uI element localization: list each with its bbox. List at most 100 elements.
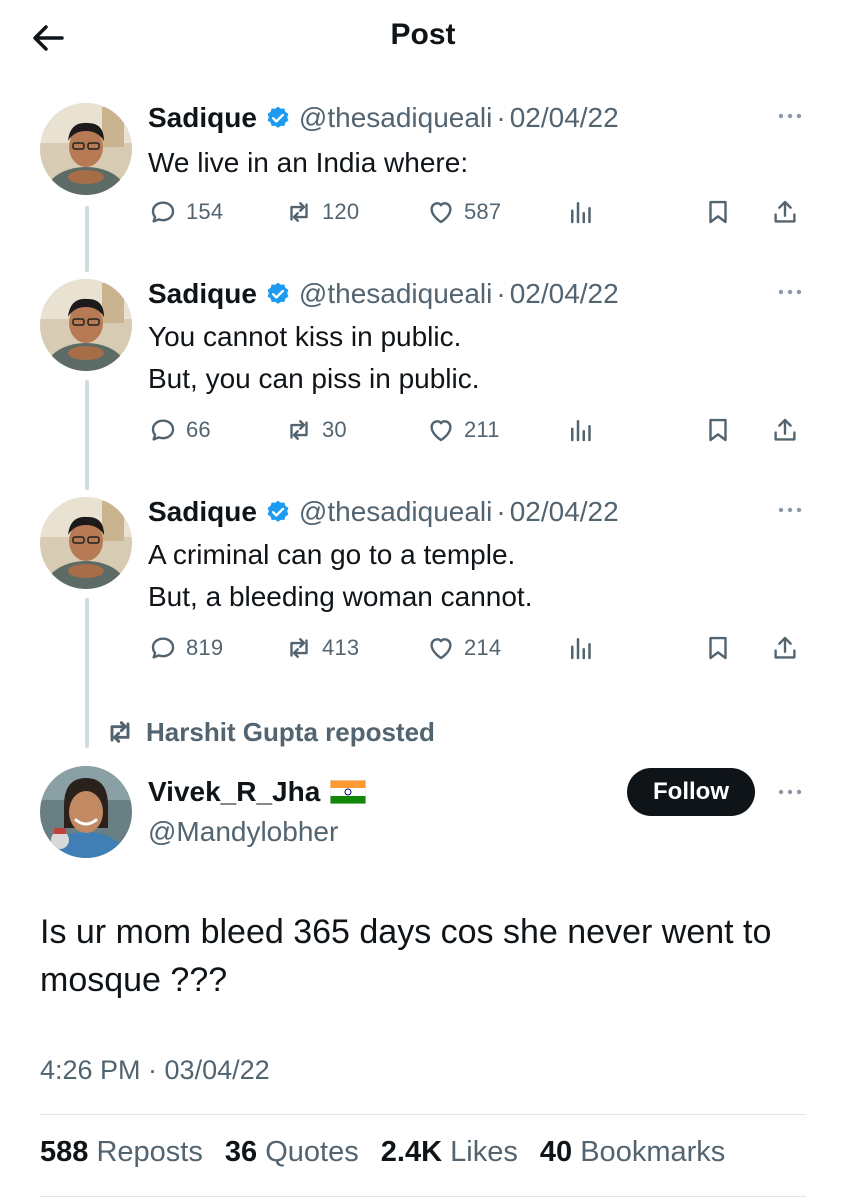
author-name[interactable]: Sadique	[148, 496, 257, 528]
verified-badge-icon	[267, 282, 289, 304]
avatar[interactable]	[40, 766, 132, 858]
post-text-line: Is ur mom bleed 365 days cos she never w…	[40, 913, 772, 951]
thread-line	[85, 380, 89, 490]
likes-stat[interactable]: 2.4K Likes	[381, 1136, 518, 1168]
repost-count: 30	[322, 417, 347, 442]
bookmark-button[interactable]	[703, 192, 741, 232]
share-button[interactable]	[770, 628, 808, 668]
tweet-text: You cannot kiss in public. But, you can …	[148, 316, 480, 400]
more-options-icon[interactable]	[776, 784, 804, 800]
bookmarks-label: Bookmarks	[580, 1136, 726, 1168]
more-options-icon[interactable]	[776, 502, 804, 518]
action-bar: 66 30 211	[148, 410, 808, 450]
reply-button[interactable]: 154	[148, 192, 223, 232]
bookmarks-count: 40	[539, 1136, 573, 1168]
repost-banner-text: Harshit Gupta reposted	[146, 716, 435, 747]
reply-icon	[151, 201, 175, 223]
reply-icon	[151, 419, 175, 441]
views-button[interactable]	[566, 192, 604, 232]
tweet-line: We live in an India where:	[148, 147, 469, 178]
reply-icon	[151, 637, 175, 659]
post-timestamp[interactable]: 4:26 PM · 03/04/22	[40, 1055, 270, 1086]
repost-icon	[290, 420, 308, 440]
reply-button[interactable]: 66	[148, 410, 211, 450]
tweet-line: You cannot kiss in public.	[148, 321, 462, 352]
author-name[interactable]: Vivek_R_Jha	[148, 776, 320, 808]
author-handle[interactable]: @thesadiqueali	[299, 102, 492, 134]
like-count: 587	[464, 199, 502, 224]
tweet-text: We live in an India where:	[148, 142, 468, 184]
bookmark-icon	[709, 636, 727, 660]
repost-button[interactable]: 413	[284, 628, 359, 668]
reposts-label: Reposts	[96, 1136, 203, 1168]
follow-button[interactable]: Follow	[627, 768, 755, 816]
share-button[interactable]	[770, 192, 808, 232]
divider	[40, 1196, 806, 1197]
heart-icon	[430, 420, 452, 442]
analytics-icon	[571, 638, 591, 660]
reply-count: 154	[186, 199, 224, 224]
share-button[interactable]	[770, 410, 808, 450]
separator-dot: ·	[496, 278, 506, 309]
author-name[interactable]: Sadique	[148, 102, 257, 134]
bookmarks-stat[interactable]: 40 Bookmarks	[540, 1136, 725, 1168]
tweet-line: But, you can piss in public.	[148, 363, 480, 394]
action-bar: 154 120 587	[148, 192, 808, 232]
reposts-count: 588	[40, 1136, 89, 1168]
share-icon	[774, 636, 796, 659]
repost-count: 120	[322, 199, 360, 224]
more-options-icon[interactable]	[776, 284, 804, 300]
thread-line	[85, 206, 89, 272]
repost-button[interactable]: 30	[284, 410, 347, 450]
action-bar: 819 413 214	[148, 628, 808, 668]
author-name[interactable]: Sadique	[148, 278, 257, 310]
reposts-stat[interactable]: 588 Reposts	[40, 1136, 203, 1168]
quotes-stat[interactable]: 36 Quotes	[225, 1136, 359, 1168]
like-button[interactable]: 214	[426, 628, 501, 668]
repost-icon	[110, 721, 130, 743]
repost-icon	[290, 638, 308, 658]
author-row: Sadique @thesadiqueali · 02/04/22	[148, 276, 619, 312]
reply-button[interactable]: 819	[148, 628, 223, 668]
engagement-stats: 588 Reposts 36 Quotes 2.4K Likes 40 Book…	[40, 1136, 739, 1169]
divider	[40, 1114, 806, 1115]
verified-badge-icon	[267, 500, 289, 522]
author-handle[interactable]: @thesadiqueali	[299, 496, 492, 528]
post-date[interactable]: 02/04/22	[510, 496, 619, 528]
avatar[interactable]	[40, 497, 132, 589]
repost-button[interactable]: 120	[284, 192, 359, 232]
post-date[interactable]: 02/04/22	[510, 278, 619, 310]
bookmark-button[interactable]	[703, 410, 741, 450]
author-row: Sadique @thesadiqueali · 02/04/22	[148, 100, 619, 136]
repost-banner[interactable]: Harshit Gupta reposted	[104, 712, 435, 752]
quotes-count: 36	[224, 1136, 258, 1168]
tweet-line: But, a bleeding woman cannot.	[148, 581, 533, 612]
separator-dot: ·	[496, 496, 506, 527]
post-text: Is ur mom bleed 365 days cos she never w…	[40, 908, 820, 1004]
more-options-icon[interactable]	[776, 108, 804, 124]
bookmark-icon	[709, 418, 727, 442]
reply-count: 819	[186, 635, 224, 660]
avatar[interactable]	[40, 279, 132, 371]
share-icon	[774, 418, 796, 441]
heart-icon	[430, 202, 452, 224]
separator-dot: ·	[496, 102, 506, 133]
author-row: Vivek_R_Jha	[148, 774, 367, 810]
post-date[interactable]: 02/04/22	[510, 102, 619, 134]
views-button[interactable]	[566, 410, 604, 450]
top-bar: Post	[0, 0, 846, 72]
repost-count: 413	[322, 635, 360, 660]
like-count: 214	[464, 635, 502, 660]
like-button[interactable]: 211	[426, 410, 500, 450]
like-button[interactable]: 587	[426, 192, 501, 232]
views-button[interactable]	[566, 628, 604, 668]
reply-count: 66	[186, 417, 211, 442]
post-text-line: mosque ???	[40, 961, 228, 999]
analytics-icon	[571, 420, 591, 442]
tweet-line: A criminal can go to a temple.	[148, 539, 516, 570]
author-handle[interactable]: @thesadiqueali	[299, 278, 492, 310]
india-flag-icon	[330, 780, 367, 804]
author-handle[interactable]: @Mandylobher	[148, 816, 338, 848]
bookmark-button[interactable]	[703, 628, 741, 668]
avatar[interactable]	[40, 103, 132, 195]
